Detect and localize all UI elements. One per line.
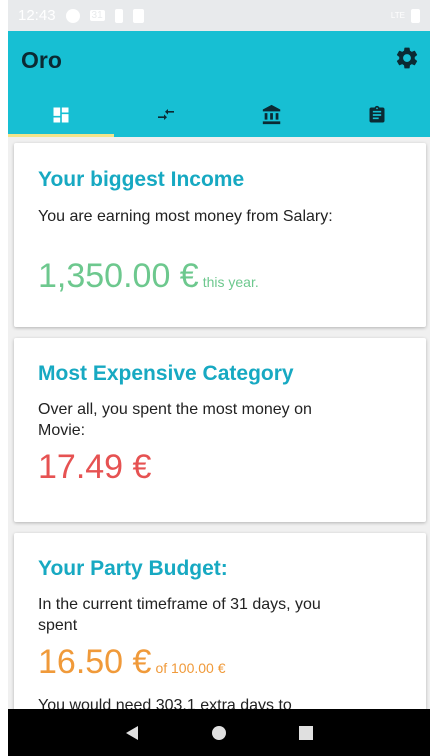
- bank-icon: [262, 104, 280, 125]
- system-navigation-bar: [8, 709, 430, 756]
- card-title: Most Expensive Category: [38, 362, 294, 385]
- signal-icon: LTE: [390, 11, 405, 20]
- app-bar: Oro: [8, 31, 430, 137]
- battery-icon: [411, 8, 420, 23]
- settings-button[interactable]: [392, 43, 422, 73]
- dashboard-content[interactable]: Your biggest Income You are earning most…: [8, 137, 430, 709]
- sd-card-notification-icon: [132, 8, 144, 23]
- transfer-arrows-icon: [158, 109, 175, 120]
- home-button[interactable]: [207, 721, 231, 745]
- income-card: Your biggest Income You are earning most…: [14, 143, 426, 327]
- gear-icon: [396, 47, 418, 69]
- clipboard-icon: [369, 105, 385, 123]
- party-budget-card: Your Party Budget: In the current timefr…: [14, 533, 426, 709]
- person-notification-icon: [114, 8, 123, 23]
- income-amount: 1,350.00 € this year.: [38, 257, 259, 296]
- tab-accounts[interactable]: [219, 93, 325, 137]
- card-title: Your Party Budget:: [38, 557, 228, 580]
- card-description: Over all, you spent the most money on Mo…: [38, 401, 312, 439]
- status-time: 12:43: [18, 7, 56, 24]
- card-description: You are earning most money from Salary:: [38, 208, 333, 225]
- tab-dashboard[interactable]: [8, 93, 114, 137]
- tab-reports[interactable]: [325, 93, 430, 137]
- card-title: Your biggest Income: [38, 168, 245, 191]
- amount-value: 1,350.00 €: [38, 257, 199, 295]
- amount-suffix: this year.: [202, 274, 259, 290]
- tab-transactions[interactable]: [114, 93, 220, 137]
- recents-square-icon: [299, 725, 314, 740]
- recents-button[interactable]: [294, 721, 318, 745]
- amount-value: 17.49 €: [38, 448, 152, 486]
- dashboard-icon: [53, 107, 69, 123]
- amount-suffix: of 100.00 €: [155, 660, 226, 676]
- expense-card: Most Expensive Category Over all, you sp…: [14, 338, 426, 522]
- calendar-notification-icon: 31: [89, 10, 105, 21]
- party-amount: 16.50 € of 100.00 €: [38, 643, 226, 682]
- card-description: In the current timeframe of 31 days, you…: [38, 596, 321, 634]
- back-button[interactable]: [120, 721, 144, 745]
- back-triangle-icon: [125, 725, 138, 740]
- expense-amount: 17.49 €: [38, 448, 151, 487]
- home-circle-icon: [211, 725, 226, 740]
- settings-notification-icon: [65, 8, 80, 23]
- status-bar: 12:43 31 LTE: [8, 0, 430, 31]
- tab-bar: [8, 93, 430, 137]
- amount-value: 16.50 €: [38, 643, 152, 681]
- app-title: Oro: [21, 47, 62, 73]
- card-footer-text: You would need 303.1 extra days to: [38, 697, 292, 709]
